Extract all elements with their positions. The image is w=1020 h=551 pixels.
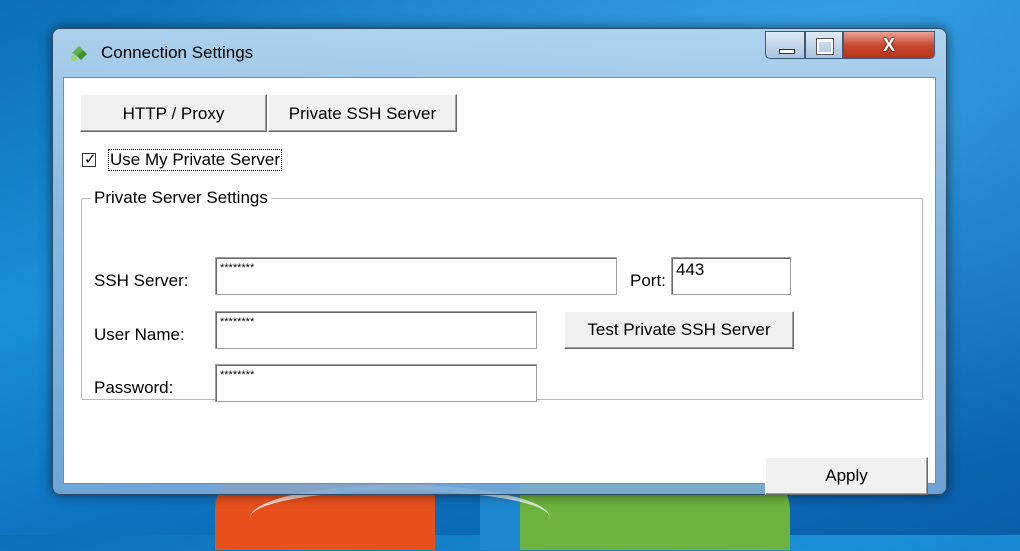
- client-area: HTTP / Proxy Private SSH Server ✓ Use My…: [63, 77, 936, 495]
- tab-http-proxy[interactable]: HTTP / Proxy: [80, 94, 267, 132]
- maximize-button[interactable]: [805, 31, 843, 59]
- port-label: Port:: [630, 271, 666, 290]
- close-icon: X: [882, 35, 895, 55]
- group-title: Private Server Settings: [91, 188, 271, 208]
- port-input[interactable]: 443: [671, 257, 791, 295]
- minimize-button[interactable]: [765, 31, 805, 59]
- user-name-input[interactable]: ********: [215, 311, 537, 349]
- connection-settings-window: Connection Settings X HTTP / Proxy Priva…: [52, 28, 947, 495]
- tab-private-ssh-server[interactable]: Private SSH Server: [268, 94, 457, 132]
- password-input[interactable]: ********: [215, 364, 537, 402]
- ssh-server-label: SSH Server:: [94, 271, 189, 290]
- ssh-server-input[interactable]: ********: [215, 257, 617, 295]
- minimize-icon: [779, 49, 795, 54]
- user-name-label: User Name:: [94, 325, 185, 344]
- window-title: Connection Settings: [101, 43, 254, 62]
- title-bar[interactable]: Connection Settings X: [53, 29, 946, 75]
- test-private-ssh-server-button[interactable]: Test Private SSH Server: [564, 311, 794, 349]
- apply-button[interactable]: Apply: [765, 457, 928, 495]
- maximize-icon: [816, 38, 834, 55]
- close-button[interactable]: X: [843, 31, 935, 59]
- checkmark-icon: ✓: [84, 151, 97, 168]
- password-label: Password:: [94, 378, 174, 397]
- app-icon: [71, 46, 87, 61]
- use-private-server-checkbox[interactable]: ✓: [82, 151, 97, 168]
- use-private-server-label[interactable]: Use My Private Server: [108, 149, 283, 171]
